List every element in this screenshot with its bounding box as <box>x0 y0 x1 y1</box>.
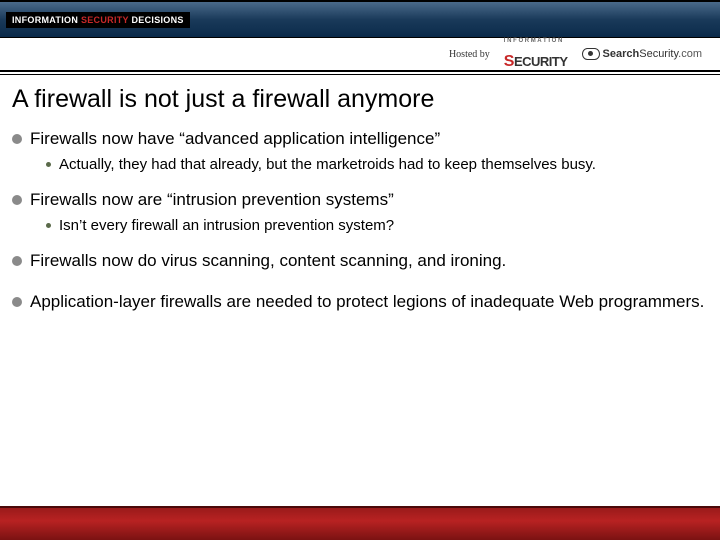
bullet-item: Firewalls now are “intrusion prevention … <box>12 189 708 212</box>
sub-bullet-marker-icon <box>46 223 51 228</box>
sponsor-searchsecurity: SearchSecurity.com <box>582 48 702 60</box>
bullet-text: Application-layer firewalls are needed t… <box>30 291 704 314</box>
brand-suffix: DECISIONS <box>129 15 184 25</box>
bullet-item: Application-layer firewalls are needed t… <box>12 291 708 314</box>
sponsor1-s: S <box>504 53 514 70</box>
header-bar: INFORMATION SECURITY DECISIONS <box>0 0 720 38</box>
brand-logo: INFORMATION SECURITY DECISIONS <box>6 12 190 28</box>
brand-prefix: INFORMATION <box>12 15 81 25</box>
sponsor2-rest: Security <box>639 48 678 60</box>
sub-bullet-text: Isn’t every firewall an intrusion preven… <box>59 216 394 236</box>
sponsor2-bold: Search <box>603 48 640 60</box>
bullet-text: Firewalls now do virus scanning, content… <box>30 250 506 273</box>
slide-content: A firewall is not just a firewall anymor… <box>0 75 720 314</box>
bullet-text: Firewalls now are “intrusion prevention … <box>30 189 394 212</box>
sub-bullet-marker-icon <box>46 162 51 167</box>
bullet-item: Firewalls now have “advanced application… <box>12 128 708 151</box>
sponsor2-dom: .com <box>678 48 702 60</box>
sponsor-security: I N F O R M A T I O N SECURITY <box>504 38 568 71</box>
sub-bullet-item: Isn’t every firewall an intrusion preven… <box>46 216 708 236</box>
sub-bullet-item: Actually, they had that already, but the… <box>46 155 708 175</box>
bullet-marker-icon <box>12 256 22 266</box>
hosted-row: Hosted by I N F O R M A T I O N SECURITY… <box>0 38 720 72</box>
brand-mid: SECURITY <box>81 15 129 25</box>
eye-icon <box>582 48 600 60</box>
footer-bar <box>0 506 720 540</box>
bullet-marker-icon <box>12 134 22 144</box>
sub-bullet-text: Actually, they had that already, but the… <box>59 155 596 175</box>
bullet-item: Firewalls now do virus scanning, content… <box>12 250 708 273</box>
bullet-marker-icon <box>12 195 22 205</box>
sponsor1-rest: ECURITY <box>514 54 568 69</box>
sponsor1-sup: I N F O R M A T I O N <box>504 38 563 44</box>
bullet-marker-icon <box>12 297 22 307</box>
slide-title: A firewall is not just a firewall anymor… <box>12 85 708 114</box>
bullet-text: Firewalls now have “advanced application… <box>30 128 440 151</box>
hosted-by-label: Hosted by <box>449 49 490 60</box>
